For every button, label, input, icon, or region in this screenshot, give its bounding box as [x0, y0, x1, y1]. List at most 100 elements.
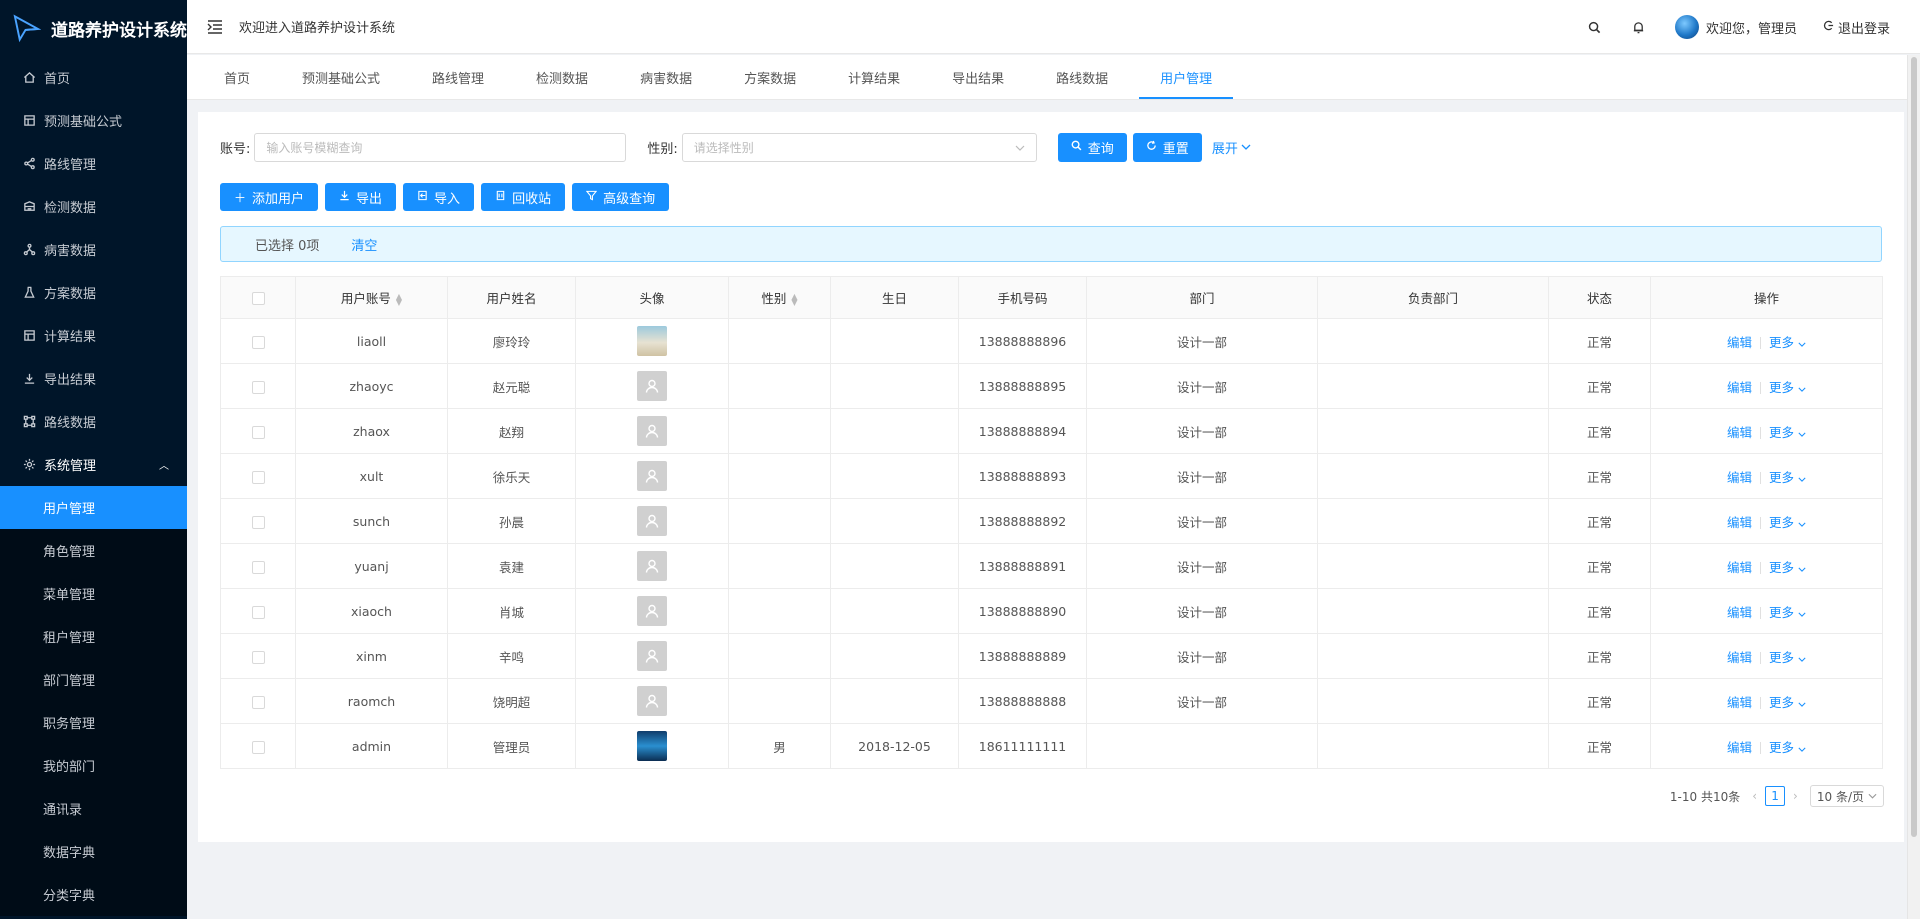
tab[interactable]: 用户管理	[1139, 55, 1234, 99]
sidebar-item[interactable]: 病害数据	[0, 228, 187, 271]
submenu-item[interactable]: 菜单管理	[0, 572, 187, 615]
avatar-image[interactable]	[637, 326, 667, 356]
tab[interactable]: 首页	[203, 55, 271, 99]
edit-link[interactable]: 编辑	[1727, 380, 1752, 395]
edit-link[interactable]: 编辑	[1727, 515, 1752, 530]
prev-page-icon[interactable]: ‹	[1752, 789, 1757, 803]
sidebar-item[interactable]: 计算结果	[0, 314, 187, 357]
tab[interactable]: 路线管理	[411, 55, 505, 99]
edit-link[interactable]: 编辑	[1727, 740, 1752, 755]
expand-link[interactable]: 展开	[1212, 138, 1251, 157]
account-search-input[interactable]: 输入账号模糊查询	[254, 132, 627, 162]
more-dropdown[interactable]: 更多	[1769, 335, 1806, 350]
tab[interactable]: 方案数据	[723, 55, 817, 99]
table-row[interactable]: xiaoch 肖城 13888888890 设计一部 正常 编辑 更多	[220, 588, 1883, 634]
table-row[interactable]: xinm 辛鸣 13888888889 设计一部 正常 编辑 更多	[220, 633, 1883, 679]
more-dropdown[interactable]: 更多	[1769, 425, 1806, 440]
gender-select[interactable]: 请选择性别	[681, 132, 1037, 162]
edit-link[interactable]: 编辑	[1727, 695, 1752, 710]
tab[interactable]: 导出结果	[931, 55, 1025, 99]
submenu-item[interactable]: 部门管理	[0, 658, 187, 701]
tab[interactable]: 预测基础公式	[281, 55, 401, 99]
bell-icon[interactable]	[1631, 19, 1647, 35]
row-checkbox[interactable]	[251, 425, 265, 439]
col-gender[interactable]: 性别 ▲ ▼	[728, 276, 831, 319]
submenu-item[interactable]: 我的部门	[0, 744, 187, 787]
sidebar-item[interactable]: 导出结果	[0, 357, 187, 400]
more-dropdown[interactable]: 更多	[1769, 740, 1806, 755]
tab[interactable]: 病害数据	[619, 55, 713, 99]
row-checkbox[interactable]	[251, 470, 265, 484]
table-row[interactable]: sunch 孙晨 13888888892 设计一部 正常 编辑 更多	[220, 498, 1883, 544]
page-number-button[interactable]: 1	[1765, 786, 1786, 806]
edit-link[interactable]: 编辑	[1727, 425, 1752, 440]
row-checkbox[interactable]	[251, 335, 265, 349]
page-scrollbar[interactable]	[1907, 55, 1920, 919]
more-dropdown[interactable]: 更多	[1769, 560, 1806, 575]
submenu-item[interactable]: 租户管理	[0, 615, 187, 658]
tab[interactable]: 计算结果	[827, 55, 921, 99]
user-menu[interactable]: 欢迎您，管理员	[1674, 15, 1797, 39]
row-checkbox[interactable]	[251, 605, 265, 619]
table-row[interactable]: admin 管理员 男 2018-12-05 18611111111 正常 编辑 更多	[220, 723, 1883, 769]
table-row[interactable]: raomch 饶明超 13888888888 设计一部 正常 编辑 更多	[220, 678, 1883, 724]
more-dropdown[interactable]: 更多	[1769, 650, 1806, 665]
more-dropdown[interactable]: 更多	[1769, 515, 1806, 530]
edit-link[interactable]: 编辑	[1727, 560, 1752, 575]
row-checkbox[interactable]	[251, 515, 265, 529]
scrollbar-thumb[interactable]	[1911, 57, 1917, 837]
query-button[interactable]: 查询	[1057, 132, 1127, 162]
more-dropdown[interactable]: 更多	[1769, 605, 1806, 620]
sidebar-item[interactable]: 路线数据	[0, 400, 187, 443]
menu-fold-icon[interactable]	[205, 17, 225, 37]
table-row[interactable]: zhaox 赵翔 13888888894 设计一部 正常 编辑 更多	[220, 408, 1883, 454]
table-row[interactable]: zhaoyc 赵元聪 13888888895 设计一部 正常 编辑 更多	[220, 363, 1883, 409]
submenu-item[interactable]: 角色管理	[0, 529, 187, 572]
sort-icon[interactable]: ▲ ▼	[396, 292, 402, 306]
table-row[interactable]: yuanj 袁建 13888888891 设计一部 正常 编辑 更多	[220, 543, 1883, 589]
submenu-item[interactable]: 分类字典	[0, 873, 187, 916]
tab[interactable]: 检测数据	[515, 55, 609, 99]
page-size-select[interactable]: 10 条/页	[1809, 785, 1884, 807]
select-all-checkbox[interactable]	[251, 292, 265, 305]
recycle-bin-button[interactable]: 回收站	[481, 183, 566, 211]
more-dropdown[interactable]: 更多	[1769, 470, 1806, 485]
row-checkbox[interactable]	[251, 560, 265, 574]
row-checkbox[interactable]	[251, 740, 265, 754]
sidebar-item[interactable]: 预测基础公式	[0, 99, 187, 142]
sidebar-item[interactable]: 方案数据	[0, 271, 187, 314]
col-actions-label: 操作	[1753, 291, 1779, 306]
advanced-query-button[interactable]: 高级查询	[572, 183, 670, 211]
sort-icon[interactable]: ▲ ▼	[791, 292, 797, 306]
submenu-item[interactable]: 职务管理	[0, 701, 187, 744]
more-dropdown[interactable]: 更多	[1769, 380, 1806, 395]
submenu-item[interactable]: 通讯录	[0, 787, 187, 830]
row-checkbox[interactable]	[251, 695, 265, 709]
next-page-icon[interactable]: ›	[1793, 789, 1798, 803]
more-dropdown[interactable]: 更多	[1769, 695, 1806, 710]
import-button[interactable]: 导入	[403, 183, 475, 211]
logout-button[interactable]: 退出登录	[1823, 18, 1890, 37]
submenu-item[interactable]: 数据字典	[0, 830, 187, 873]
edit-link[interactable]: 编辑	[1727, 470, 1752, 485]
search-icon[interactable]	[1587, 19, 1603, 35]
col-account[interactable]: 用户账号 ▲ ▼	[295, 276, 448, 319]
row-checkbox[interactable]	[251, 650, 265, 664]
submenu-item[interactable]: 用户管理	[0, 486, 187, 529]
sidebar-item[interactable]: 路线管理	[0, 142, 187, 185]
edit-link[interactable]: 编辑	[1727, 605, 1752, 620]
sidebar-item[interactable]: 检测数据	[0, 185, 187, 228]
reset-button[interactable]: 重置	[1132, 132, 1202, 162]
table-row[interactable]: xult 徐乐天 13888888893 设计一部 正常 编辑 更多	[220, 453, 1883, 499]
export-button[interactable]: 导出	[325, 183, 397, 211]
add-user-button[interactable]: ＋ 添加用户	[220, 183, 319, 211]
avatar-image[interactable]	[637, 731, 667, 761]
sidebar-item[interactable]: 首页	[0, 56, 187, 99]
edit-link[interactable]: 编辑	[1727, 335, 1752, 350]
sidebar-item-system[interactable]: 系统管理 ︿	[0, 443, 187, 486]
edit-link[interactable]: 编辑	[1727, 650, 1752, 665]
table-row[interactable]: liaoll 廖玲玲 13888888896 设计一部 正常 编辑 更多	[220, 318, 1883, 364]
clear-selection-link[interactable]: 清空	[351, 235, 377, 254]
tab[interactable]: 路线数据	[1035, 55, 1129, 99]
row-checkbox[interactable]	[251, 380, 265, 394]
